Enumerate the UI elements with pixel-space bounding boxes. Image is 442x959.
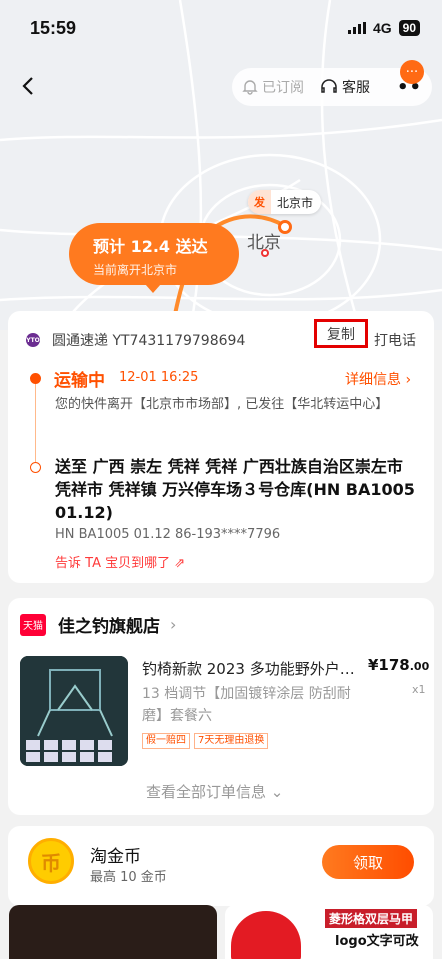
feed-item-right[interactable]: 菱形格双层马甲 logo文字可改: [225, 905, 433, 959]
tracking-card: YTO 圆通速递 YT7431179798694 复制 打电话 运输中 12-0…: [8, 311, 434, 583]
feed-tag-vest: 菱形格双层马甲: [325, 909, 418, 928]
price-decimal: .00: [409, 660, 430, 673]
city-dot-icon: [261, 249, 269, 257]
signal-icon: [347, 22, 366, 34]
timeline-dot-current: [30, 373, 41, 384]
taobao-coins-card: 币 淘金币 最高 10 金币 领取: [8, 826, 434, 906]
yto-logo-icon: YTO: [26, 333, 40, 347]
subscribe-label: 已订阅: [262, 80, 304, 96]
customer-service-label: 客服: [342, 80, 370, 96]
destination-address: 送至 广西 崇左 凭祥 凭祥 广西壮族自治区崇左市 凭祥市 凭祥镇 万兴停车场３…: [55, 457, 415, 522]
price-main: ¥178: [368, 656, 410, 674]
status-time: 12-01 16:25: [119, 370, 199, 385]
fishing-chair-image: [20, 656, 128, 766]
back-button[interactable]: [14, 72, 42, 100]
product-spec: 13 档调节【加固镀锌涂层 防刮耐磨】套餐六: [142, 686, 351, 724]
feed-item-left[interactable]: [9, 905, 217, 959]
origin-badge: 发: [248, 190, 271, 214]
status-description: 您的快件离开【北京市市场部】, 已发往【华北转运中心】: [55, 397, 389, 412]
product-tags: 假一赔四 7天无理由退换: [142, 733, 269, 749]
timeline-dot-destination: [30, 462, 41, 473]
tag-7day-return: 7天无理由退换: [194, 733, 269, 749]
tmall-icon: 天猫: [20, 613, 46, 636]
bell-icon: [242, 80, 258, 95]
tag-fake-compensation: 假一赔四: [142, 733, 190, 749]
battery-icon: 90: [398, 20, 420, 36]
claim-button[interactable]: 领取: [322, 845, 414, 879]
customer-service-button[interactable]: 客服: [320, 77, 370, 97]
call-button[interactable]: 打电话: [374, 330, 416, 350]
chevron-left-icon: [22, 77, 33, 95]
timeline-line: [35, 383, 36, 469]
coins-title: 淘金币: [90, 847, 141, 867]
product-price: ¥178.00: [368, 656, 429, 674]
shipment-status: 运输中: [54, 371, 105, 391]
eta-bubble: 预计 12.4 送达 当前离开北京市: [69, 223, 239, 293]
origin-marker: 发 北京市: [248, 190, 322, 214]
coin-icon: 币: [28, 838, 74, 884]
product-image[interactable]: [20, 656, 128, 766]
more-badge[interactable]: ···: [400, 60, 424, 84]
order-card: 天猫 佳之钓旗舰店 › 钓椅新款 2023 多功能野外户外钓鱼椅 13 档调节【…: [8, 598, 434, 815]
share-tracking-link[interactable]: 告诉 TA 宝贝到哪了 ⇗: [55, 552, 185, 571]
headset-icon: [321, 79, 337, 93]
eta-title: 预计 12.4 送达: [93, 237, 208, 256]
tracking-number: 圆通速递 YT7431179798694: [52, 333, 246, 349]
chevron-right-icon: ›: [170, 615, 177, 634]
shop-name: 佳之钓旗舰店: [58, 617, 160, 637]
recipient-phone: HN BA1005 01.12 86-193****7796: [55, 527, 281, 542]
red-cap-image: [231, 911, 301, 959]
network-type: 4G: [372, 20, 392, 36]
detail-info-link[interactable]: 详细信息 ›: [345, 369, 411, 389]
status-time: 15:59: [30, 17, 77, 38]
copy-button[interactable]: 复制: [314, 319, 368, 348]
product-quantity: x1: [412, 683, 426, 696]
map-view[interactable]: 15:59 4G 90 已订阅 客服 •• ··· 发 北京市 北京 预计 12…: [0, 0, 442, 330]
origin-city: 北京市: [277, 195, 314, 210]
feed-tag-logo: logo文字可改: [335, 934, 419, 949]
view-all-order-info[interactable]: 查看全部订单信息 ⌄: [146, 781, 283, 802]
coins-subtitle: 最高 10 金币: [90, 870, 167, 885]
status-bar: 15:59 4G 90: [0, 0, 442, 56]
shop-header[interactable]: 天猫 佳之钓旗舰店 ›: [20, 612, 176, 637]
subscribe-button[interactable]: 已订阅: [242, 77, 304, 97]
product-title[interactable]: 钓椅新款 2023 多功能野外户外钓鱼椅: [142, 658, 362, 679]
eta-subtitle: 当前离开北京市: [93, 263, 178, 277]
